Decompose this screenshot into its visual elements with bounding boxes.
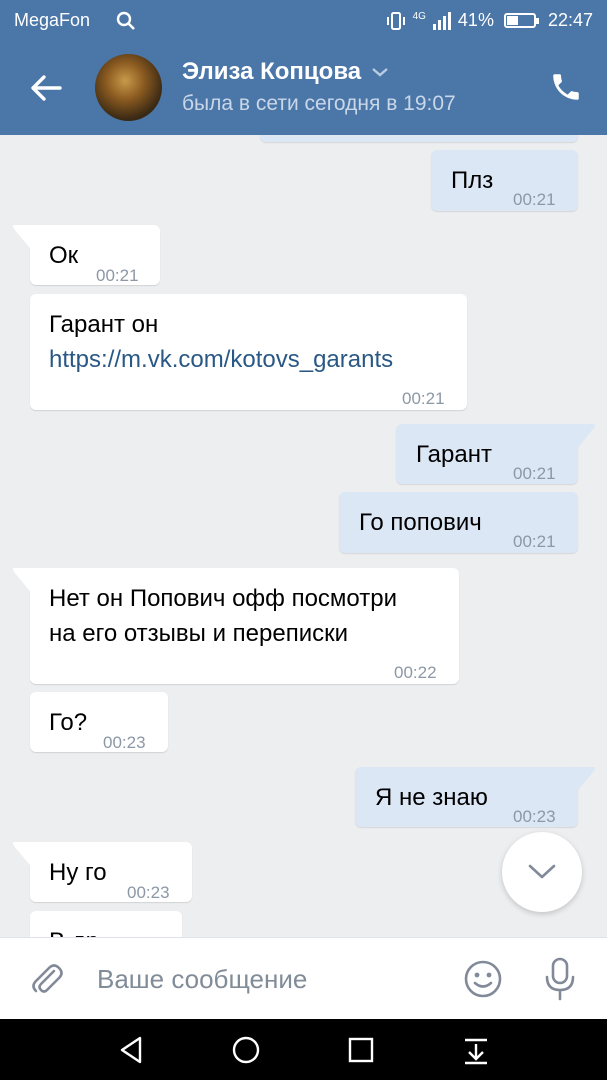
message-bubble-incoming[interactable]: В др: [30, 911, 182, 937]
search-icon: [116, 11, 135, 30]
contact-name: Элиза Копцова: [182, 58, 362, 85]
bubble-tail: [13, 842, 34, 870]
message-time: 00:22: [394, 663, 437, 682]
message-list[interactable]: Плз 00:21 Ок 00:21 Гарант он https://m.v…: [0, 135, 607, 937]
message-text: Ну го: [49, 859, 107, 886]
bubble-tail: [574, 424, 595, 452]
message-time: 00:23: [127, 883, 170, 902]
message-time: 00:21: [96, 266, 139, 285]
signal-icon: [432, 11, 451, 30]
message-time: 00:23: [103, 733, 146, 752]
message-text: Я не знаю: [375, 784, 488, 811]
attach-icon[interactable]: [28, 960, 66, 998]
emoji-icon[interactable]: [463, 959, 503, 999]
battery-icon: [503, 13, 539, 28]
battery-level: [506, 16, 518, 25]
bubble-tail: [13, 568, 34, 596]
status-bar: MegaFon 4G 41% 22:47: [0, 0, 607, 40]
message-time: 00:23: [513, 807, 556, 826]
chevron-down-icon: [372, 68, 388, 77]
message-text: Го попович: [359, 509, 482, 536]
message-text: Плз: [451, 167, 494, 194]
bubble-tail: [574, 767, 595, 795]
message-text: В др: [49, 924, 99, 937]
message-text: Гарант: [416, 441, 492, 468]
message-bubble-outgoing[interactable]: Я не знаю 00:23: [355, 767, 595, 827]
message-time: 00:21: [513, 532, 556, 551]
vibrate-icon: [386, 11, 405, 30]
message-bubble-outgoing[interactable]: Го попович 00:21: [339, 492, 578, 553]
avatar[interactable]: [95, 54, 162, 121]
phone-icon[interactable]: [549, 70, 583, 104]
message-bubble-incoming[interactable]: Го? 00:23: [30, 692, 168, 752]
nav-back-icon[interactable]: [116, 1034, 148, 1066]
message-bubble-incoming[interactable]: Нет он Попович офф посмотри на его отзыв…: [13, 568, 459, 684]
message-text: Нет он Попович офф посмотри: [49, 585, 397, 612]
message-bubble-outgoing[interactable]: [260, 135, 578, 142]
message-link[interactable]: https://m.vk.com/kotovs_garants: [49, 342, 393, 377]
nav-notifications-icon[interactable]: [460, 1034, 492, 1066]
carrier-name: MegaFon: [14, 10, 91, 30]
message-text-line2: на его отзывы и переписки: [49, 620, 349, 647]
contact-name-row[interactable]: Элиза Копцова: [182, 58, 389, 86]
message-bubble-outgoing[interactable]: Гарант 00:21: [396, 424, 595, 484]
message-time: 00:21: [402, 389, 445, 408]
message-input[interactable]: Ваше сообщение: [97, 964, 307, 995]
back-arrow-icon[interactable]: [28, 70, 64, 106]
nav-recents-icon[interactable]: [345, 1034, 377, 1066]
message-bubble-outgoing[interactable]: Плз 00:21: [431, 150, 578, 211]
network-type: 4G: [412, 11, 426, 22]
message-text: Гарант он: [49, 311, 159, 338]
mic-icon[interactable]: [542, 957, 578, 1001]
last-seen-status: была в сети сегодня в 19:07: [182, 92, 456, 115]
message-bubble-incoming[interactable]: Ну го 00:23: [13, 842, 192, 902]
chat-header: Элиза Копцова была в сети сегодня в 19:0…: [0, 40, 607, 135]
message-bubble-incoming[interactable]: Гарант он https://m.vk.com/kotovs_garant…: [30, 294, 467, 410]
scroll-to-bottom-button[interactable]: [502, 832, 582, 912]
clock: 22:47: [547, 10, 593, 30]
system-navigation-bar: [0, 1019, 607, 1080]
nav-home-icon[interactable]: [230, 1034, 262, 1066]
bubble-tail: [13, 225, 34, 253]
message-time: 00:21: [513, 190, 556, 209]
message-text: Го?: [49, 709, 88, 736]
message-composer: Ваше сообщение: [0, 937, 607, 1019]
message-text: Ок: [49, 242, 79, 269]
scroll-down-icon: [528, 864, 556, 879]
battery-percent: 41%: [457, 10, 494, 30]
message-bubble-incoming[interactable]: Ок 00:21: [13, 225, 160, 285]
message-time: 00:21: [513, 464, 556, 483]
